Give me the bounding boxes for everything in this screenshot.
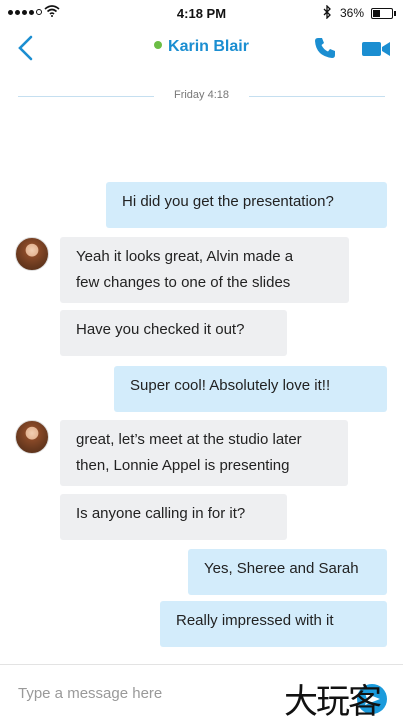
message-bubble-incoming[interactable]: great, let’s meet at the studio later th…: [60, 420, 348, 486]
bluetooth-icon: [323, 5, 331, 19]
video-camera-icon: [362, 42, 390, 56]
message-text: Really impressed with it: [176, 612, 334, 629]
conversation-header: Karin Blair: [0, 26, 403, 70]
message-text: Have you checked it out?: [76, 321, 245, 338]
message-bubble-incoming[interactable]: Have you checked it out?: [60, 310, 287, 356]
message-bubble-outgoing[interactable]: Really impressed with it: [160, 601, 387, 647]
message-text-line: great, let’s meet at the studio later: [76, 431, 302, 448]
call-button[interactable]: [313, 36, 337, 60]
message-bubble-outgoing[interactable]: Hi did you get the presentation?: [106, 182, 387, 228]
contact-name-label: Karin Blair: [168, 38, 249, 55]
message-text: Is anyone calling in for it?: [76, 505, 246, 522]
online-status-dot: [154, 41, 163, 49]
phone-icon: [315, 38, 335, 58]
video-call-button[interactable]: [361, 39, 391, 59]
message-bubble-incoming[interactable]: Yeah it looks great, Alvin made a few ch…: [60, 237, 349, 303]
status-bar: 4:18 PM 36%: [0, 0, 403, 26]
message-text: Yes, Sheree and Sarah: [204, 560, 359, 577]
message-text-line: few changes to one of the slides: [76, 274, 291, 291]
date-divider: Friday 4:18: [18, 89, 385, 101]
battery-icon: [371, 8, 396, 19]
contact-name[interactable]: Karin Blair: [0, 38, 403, 56]
message-bubble-incoming[interactable]: Is anyone calling in for it?: [60, 494, 287, 540]
avatar[interactable]: [15, 420, 49, 454]
message-text-line: then, Lonnie Appel is presenting: [76, 457, 290, 474]
message-text: Super cool! Absolutely love it!!: [130, 377, 331, 394]
avatar[interactable]: [15, 237, 49, 271]
battery-percentage: 36%: [340, 6, 365, 20]
date-divider-label: Friday 4:18: [173, 89, 230, 101]
watermark-logo: 大玩客: [284, 682, 382, 722]
message-text-line: Yeah it looks great, Alvin made a: [76, 248, 294, 265]
message-input[interactable]: [16, 679, 270, 707]
message-bubble-outgoing[interactable]: Super cool! Absolutely love it!!: [114, 366, 387, 412]
message-text: Hi did you get the presentation?: [122, 193, 334, 210]
message-bubble-outgoing[interactable]: Yes, Sheree and Sarah: [188, 549, 387, 595]
